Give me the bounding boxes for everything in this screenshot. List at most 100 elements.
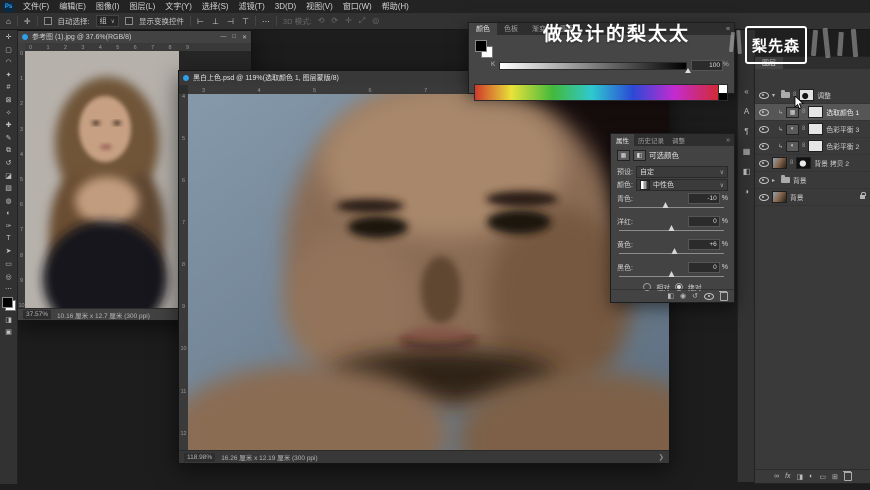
cyan-value-box[interactable]: -10 — [688, 193, 720, 204]
visibility-eye-icon[interactable] — [759, 177, 769, 184]
color-swatches[interactable] — [2, 297, 16, 311]
mask-link-icon[interactable]: 8 — [802, 126, 805, 132]
color-spectrum-ramp[interactable] — [474, 84, 719, 101]
align-left-edges-icon[interactable]: ⊢ — [197, 17, 204, 26]
menu-item[interactable]: 窗口(W) — [338, 0, 377, 13]
layer-row-group-background[interactable]: ▸ 背景 — [755, 172, 870, 189]
layer-row-color-balance-2[interactable]: ↳ ◐ 8 色彩平衡 2 — [755, 138, 870, 155]
more-options-icon[interactable]: ⋯ — [262, 17, 270, 26]
home-icon[interactable]: ⌂ — [6, 17, 11, 26]
menu-item[interactable]: 编辑(E) — [54, 0, 91, 13]
brush-tool[interactable]: ✎ — [2, 132, 15, 145]
marquee-tool[interactable]: ▢ — [2, 44, 15, 57]
doc2-zoom-level[interactable]: 118.98% — [184, 453, 215, 462]
layer-label[interactable]: 色彩平衡 2 — [826, 141, 859, 151]
panel-color-swatches[interactable] — [475, 40, 493, 58]
layer-label[interactable]: 色彩平衡 3 — [826, 124, 859, 134]
layer-mask-thumbnail[interactable] — [808, 140, 823, 152]
foreground-color-swatch[interactable] — [2, 297, 13, 308]
tab-adjustments[interactable]: 调整 — [668, 134, 689, 146]
clip-to-layer-icon[interactable]: ◧ — [667, 292, 674, 300]
close-button[interactable]: ✕ — [242, 34, 247, 41]
visibility-eye-icon[interactable] — [759, 109, 769, 116]
history-brush-tool[interactable]: ↺ — [2, 157, 15, 170]
auto-select-checkbox[interactable] — [44, 17, 52, 25]
layer-thumbnail[interactable] — [772, 191, 787, 203]
layer-thumbnail[interactable] — [772, 157, 787, 169]
add-mask-icon[interactable]: ◨ — [797, 473, 804, 481]
menu-item[interactable]: 文字(Y) — [160, 0, 197, 13]
group-expand-icon[interactable]: ▾ — [772, 92, 778, 99]
layer-label[interactable]: 调整 — [817, 90, 831, 100]
menu-item[interactable]: 图像(I) — [91, 0, 125, 13]
menu-item[interactable]: 选择(S) — [197, 0, 234, 13]
menu-item[interactable]: 视图(V) — [301, 0, 338, 13]
gradient-tool[interactable]: ▧ — [2, 182, 15, 195]
cyan-slider-thumb[interactable] — [663, 202, 669, 208]
delete-layer-icon[interactable] — [844, 472, 852, 481]
visibility-eye-icon[interactable] — [759, 143, 769, 150]
k-slider[interactable] — [499, 62, 687, 70]
properties-panel-icon[interactable]: ▦ — [743, 147, 751, 156]
doc1-title-bar[interactable]: 参考图 (1).jpg @ 37.6%(RGB/8) — □ ✕ — [18, 31, 251, 43]
layer-row-background[interactable]: 背景 — [755, 189, 870, 206]
menu-item[interactable]: 3D(D) — [270, 0, 301, 13]
foreground-color-swatch[interactable] — [475, 40, 487, 52]
layer-row-selective-color[interactable]: ↳ ▦ 8 选取颜色 1 — [755, 104, 870, 121]
layer-row-group-adjust[interactable]: ▾ 8 调整 — [755, 87, 870, 104]
blur-tool[interactable]: ◍ — [2, 195, 15, 208]
layer-label[interactable]: 背景 — [793, 175, 807, 185]
adjustments-panel-icon[interactable]: ◑ — [744, 187, 749, 196]
menu-item[interactable]: 图层(L) — [124, 0, 160, 13]
menu-item[interactable]: 滤镜(T) — [234, 0, 270, 13]
magenta-value-box[interactable]: 0 — [688, 216, 720, 227]
magenta-slider-thumb[interactable] — [668, 225, 674, 231]
black-slider-thumb[interactable] — [668, 271, 674, 277]
paragraph-panel-icon[interactable]: ¶ — [744, 127, 748, 136]
tab-history[interactable]: 历史记录 — [634, 134, 668, 146]
new-adjustment-layer-icon[interactable]: ◐ — [809, 473, 813, 480]
menu-item[interactable]: 文件(F) — [18, 0, 54, 13]
visibility-eye-icon[interactable] — [759, 194, 769, 201]
visibility-eye-icon[interactable] — [759, 126, 769, 133]
doc2-canvas[interactable] — [188, 94, 669, 451]
reset-adjustment-icon[interactable]: ↺ — [692, 292, 698, 300]
shape-tool[interactable]: ▭ — [2, 258, 15, 271]
info-panel-icon[interactable]: ◧ — [743, 167, 751, 176]
minimize-button[interactable]: — — [220, 34, 226, 41]
zoom-tool[interactable]: ◎ — [2, 270, 15, 283]
layer-label[interactable]: 背景 拷贝 2 — [814, 158, 849, 168]
spectrum-bw-swatches[interactable] — [718, 84, 728, 101]
align-right-edges-icon[interactable]: ⊣ — [227, 17, 234, 26]
quick-select-tool[interactable]: ✦ — [2, 69, 15, 82]
cyan-slider-track[interactable] — [619, 207, 724, 208]
layer-row-background-copy-2[interactable]: 8 背景 拷贝 2 — [755, 155, 870, 172]
group-expand-icon[interactable]: ▸ — [772, 177, 778, 184]
new-group-icon[interactable]: ▭ — [819, 473, 826, 481]
color-target-dropdown[interactable]: 中性色∨ — [636, 179, 728, 191]
layer-label[interactable]: 选取颜色 1 — [826, 107, 859, 117]
show-transform-checkbox[interactable] — [125, 17, 133, 25]
view-previous-state-icon[interactable]: ◉ — [680, 292, 686, 300]
black-value-box[interactable]: 0 — [688, 262, 720, 273]
layer-row-color-balance-3[interactable]: ↳ ◐ 8 色彩平衡 3 — [755, 121, 870, 138]
crop-tool[interactable]: # — [2, 81, 15, 94]
collapse-panels-icon[interactable]: « — [744, 87, 748, 96]
toggle-visibility-icon[interactable] — [704, 293, 714, 300]
align-top-edges-icon[interactable]: ⊤ — [242, 17, 249, 26]
tab-overflow-icon[interactable]: » — [722, 134, 734, 146]
edit-toolbar-icon[interactable]: ⋯ — [2, 283, 15, 296]
frame-tool[interactable]: ⊠ — [2, 94, 15, 107]
layer-label[interactable]: 背景 — [790, 192, 804, 202]
lasso-tool[interactable]: ◠ — [2, 56, 15, 69]
auto-select-dropdown[interactable]: 组∨ — [96, 15, 119, 27]
type-tool[interactable]: T — [2, 233, 15, 246]
tab-properties[interactable]: 属性 — [611, 134, 634, 146]
k-value-box[interactable]: 100 — [691, 60, 723, 71]
menu-item[interactable]: 帮助(H) — [377, 0, 414, 13]
layer-mask-thumbnail[interactable] — [796, 157, 811, 169]
eyedropper-tool[interactable]: ✧ — [2, 107, 15, 120]
path-select-tool[interactable]: ➤ — [2, 245, 15, 258]
move-tool[interactable]: ✛ — [2, 31, 15, 44]
quick-mask-icon[interactable]: ◨ — [2, 313, 15, 326]
